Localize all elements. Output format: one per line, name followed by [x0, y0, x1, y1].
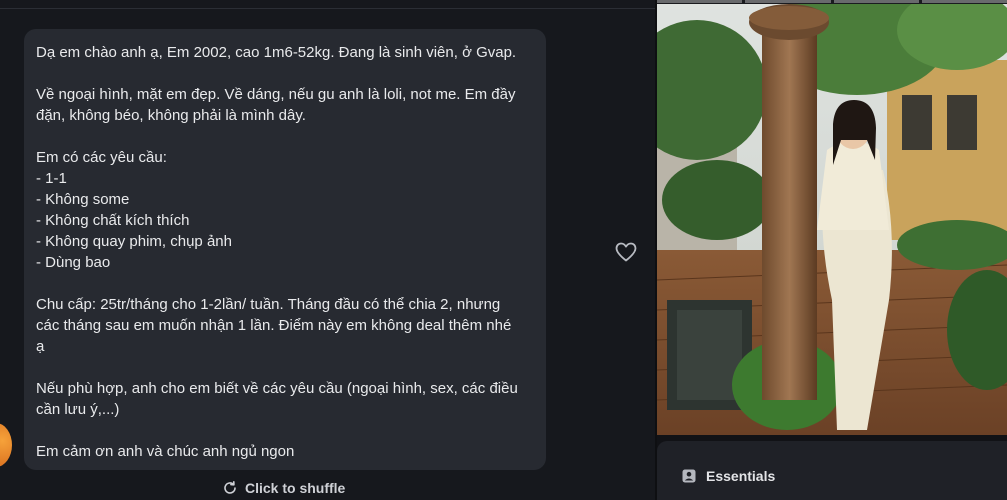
message-line: Em có các yêu cầu: [36, 149, 167, 166]
message-line: - Không some [36, 191, 130, 208]
progress-segment [657, 0, 743, 3]
message-line: cần lưu ý,...) [36, 401, 120, 418]
essentials-section: Essentials [657, 441, 1007, 500]
message-line: - Dùng bao [36, 254, 111, 271]
message-line: Về ngoại hình, mặt em đẹp. Về dáng, nếu … [36, 86, 516, 103]
message-paragraph: Chu cấp: 25tr/tháng cho 1-2lần/ tuần. Th… [36, 294, 534, 357]
profile-panel: Essentials [657, 0, 1007, 500]
message-line: Nếu phù hợp, anh cho em biết về các yêu … [36, 380, 518, 397]
message-paragraph: Nếu phù hợp, anh cho em biết về các yêu … [36, 378, 534, 420]
message-line: đặn, không béo, không phải là mình dây. [36, 107, 306, 124]
profile-card-icon [682, 469, 696, 483]
progress-segment [921, 0, 1007, 3]
message-line: ạ [36, 338, 45, 355]
message-paragraph: Em có các yêu cầu: - 1-1 - Không some - … [36, 147, 534, 273]
essentials-label: Essentials [706, 468, 776, 484]
message-line: Dạ em chào anh ạ, Em 2002, cao 1m6-52kg.… [36, 44, 517, 61]
message-line: - Không chất kích thích [36, 212, 190, 229]
progress-segment [745, 0, 831, 3]
shuffle-label: Click to shuffle [245, 480, 346, 496]
message-line: Em cảm ơn anh và chúc anh ngủ ngon [36, 443, 295, 460]
chat-pane: Dạ em chào anh ạ, Em 2002, cao 1m6-52kg.… [0, 0, 655, 500]
essentials-header: Essentials [681, 468, 775, 484]
message-line: Chu cấp: 25tr/tháng cho 1-2lần/ tuần. Th… [36, 296, 501, 313]
message-paragraph: Em cảm ơn anh và chúc anh ngủ ngon [36, 441, 534, 462]
refresh-icon [224, 481, 236, 494]
message-paragraph: Dạ em chào anh ạ, Em 2002, cao 1m6-52kg.… [36, 42, 534, 63]
avatar[interactable] [0, 423, 12, 467]
like-button[interactable] [614, 240, 638, 264]
heart-icon [615, 242, 637, 262]
message-line: các tháng sau em muốn nhận 1 lần. Điểm n… [36, 317, 512, 334]
message-line: - Không quay phim, chụp ảnh [36, 233, 232, 250]
progress-segment [833, 0, 919, 3]
profile-photo[interactable] [657, 0, 1007, 435]
profile-photo-image [657, 0, 1007, 435]
message-line: - 1-1 [36, 170, 67, 187]
shuffle-button[interactable]: Click to shuffle [222, 478, 345, 498]
message-bubble: Dạ em chào anh ạ, Em 2002, cao 1m6-52kg.… [24, 29, 546, 470]
top-divider [0, 8, 655, 9]
message-paragraph: Về ngoại hình, mặt em đẹp. Về dáng, nếu … [36, 84, 534, 126]
photo-progress-indicator [657, 0, 1007, 4]
